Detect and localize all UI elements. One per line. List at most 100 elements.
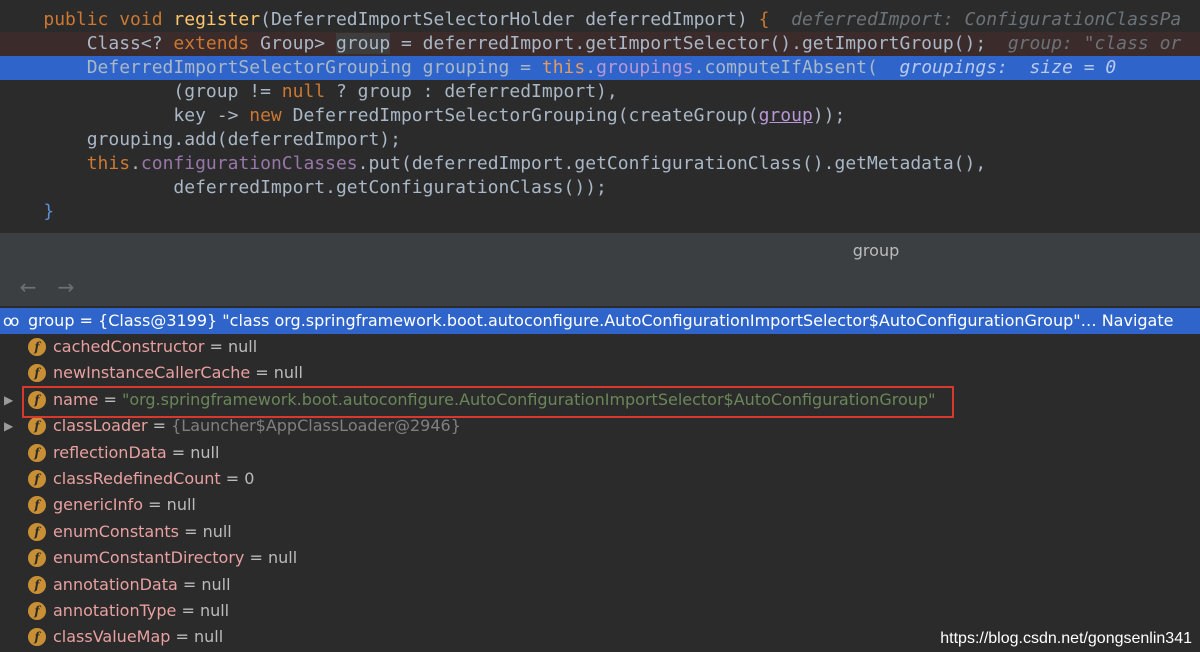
code-brace: {	[758, 9, 770, 30]
code-variable: group	[335, 33, 391, 54]
expand-arrow-icon[interactable]: ▶	[4, 387, 18, 413]
code-brace: }	[43, 201, 55, 222]
navigate-link[interactable]: Navigate	[1102, 311, 1174, 330]
field-value: {Launcher$AppClassLoader@2946}	[171, 416, 461, 436]
equals-sign: =	[170, 627, 194, 647]
field-value: null	[273, 363, 303, 383]
inline-debug-hint: deferredImport: ConfigurationClassPa	[769, 9, 1182, 30]
field-icon: f	[28, 417, 46, 436]
code-field: configurationClasses	[140, 153, 358, 174]
variable-value: = {Class@3199} "class org.springframewor…	[74, 311, 1097, 330]
code-keyword: this	[86, 153, 131, 174]
equals-sign: =	[176, 601, 200, 620]
code-line-4[interactable]: (group != null ? group : deferredImport)…	[0, 80, 1200, 104]
code-text: .	[130, 153, 141, 174]
watermark: https://blog.csdn.net/gongsenlin341	[940, 630, 1192, 647]
variable-field-row[interactable]: f annotationType = null	[0, 598, 1200, 624]
field-text: annotationType = null	[53, 598, 229, 624]
variable-field-row[interactable]: f enumConstants = null	[0, 519, 1200, 545]
code-keyword: public void	[43, 9, 174, 30]
code-editor[interactable]: public void register(DeferredImportSelec…	[0, 0, 1200, 232]
field-name: classRedefinedCount	[53, 469, 221, 488]
field-text: reflectionData = null	[53, 440, 219, 466]
field-text: classValueMap = null	[53, 624, 223, 650]
inline-debug-hint: group: "class or	[986, 33, 1182, 54]
method-name: register	[173, 9, 261, 30]
equals-sign: =	[177, 574, 202, 594]
debug-panel-header: group	[0, 232, 1200, 269]
field-name: cachedConstructor	[53, 337, 205, 356]
code-text: grouping.add(deferredImport);	[86, 129, 401, 150]
watch-glasses-icon: oo	[3, 312, 19, 330]
code-line-3-current[interactable]: DeferredImportSelectorGrouping grouping …	[0, 56, 1200, 80]
panel-title: group	[852, 241, 900, 260]
field-text: newInstanceCallerCache = null	[53, 360, 303, 386]
field-icon: f	[28, 602, 46, 620]
field-text: enumConstants = null	[53, 519, 232, 545]
code-text: Group>	[249, 33, 336, 54]
variable-field-row[interactable]: f genericInfo = null	[0, 492, 1200, 518]
code-text: DeferredImportSelectorGrouping grouping …	[86, 57, 542, 78]
field-name: enumConstants	[53, 521, 179, 541]
variable-field-row[interactable]: f newInstanceCallerCache = null	[0, 360, 1200, 386]
field-text: cachedConstructor = null	[53, 334, 257, 360]
code-keyword: this	[541, 57, 586, 78]
variable-field-row[interactable]: f enumConstantDirectory = null	[0, 545, 1200, 571]
equals-sign: =	[166, 442, 191, 462]
field-name: classLoader	[53, 416, 148, 436]
code-line-7[interactable]: this.configurationClasses.put(deferredIm…	[0, 152, 1200, 176]
variables-tree[interactable]: oo group = {Class@3199} "class org.sprin…	[0, 306, 1200, 652]
field-name: newInstanceCallerCache	[53, 363, 251, 383]
field-icon: f	[28, 364, 46, 383]
expand-arrow-icon[interactable]: ▶	[4, 413, 18, 439]
field-text: genericInfo = null	[53, 492, 196, 518]
field-value: null	[267, 548, 298, 568]
back-arrow-icon[interactable]: ←	[16, 276, 40, 298]
code-line-8[interactable]: deferredImport.getConfigurationClass());	[0, 176, 1200, 200]
variable-field-row[interactable]: f reflectionData = null	[0, 440, 1200, 466]
code-line-6[interactable]: grouping.add(deferredImport);	[0, 128, 1200, 152]
equals-sign: =	[143, 495, 167, 515]
code-keyword: extends	[173, 33, 250, 54]
code-text: ));	[812, 105, 846, 126]
code-line-1[interactable]: public void register(DeferredImportSelec…	[0, 8, 1200, 32]
code-variable: group	[758, 105, 813, 126]
field-icon: f	[28, 470, 46, 488]
equals-sign: =	[204, 337, 228, 356]
code-line-2[interactable]: Class<? extends Group> group = deferredI…	[0, 32, 1200, 56]
field-value: null	[227, 337, 258, 356]
variable-field-row[interactable]: f classRedefinedCount = 0	[0, 466, 1200, 492]
variable-field-row[interactable]: f annotationData = null	[0, 572, 1200, 598]
code-text: (group !=	[173, 81, 282, 102]
field-value: null	[194, 627, 224, 647]
code-keyword: new	[249, 105, 282, 126]
field-icon: f	[28, 549, 46, 568]
code-text: (DeferredImportSelectorHolder deferredIm…	[260, 9, 759, 30]
variable-root-row[interactable]: oo group = {Class@3199} "class org.sprin…	[0, 308, 1200, 334]
variable-field-row[interactable]: f cachedConstructor = null	[0, 334, 1200, 360]
code-text: DeferredImportSelectorGrouping(createGro…	[281, 105, 759, 126]
code-text: key ->	[173, 105, 250, 126]
code-line-9[interactable]: }	[0, 200, 1200, 224]
field-icon: f	[28, 496, 46, 515]
code-text: Class<?	[86, 33, 174, 54]
code-keyword: null	[281, 81, 326, 102]
field-value: null	[202, 521, 232, 541]
debug-toolbar: ← →	[0, 268, 1200, 306]
highlight-annotation-box	[22, 386, 954, 418]
field-value: null	[201, 574, 231, 594]
field-icon: f	[28, 443, 46, 462]
variable-value-text: group = {Class@3199} "class org.springfr…	[28, 308, 1173, 334]
code-text: deferredImport.getConfigurationClass());	[173, 177, 607, 198]
field-value: null	[199, 601, 230, 620]
inline-debug-hint: groupings: size = 0	[877, 57, 1117, 78]
field-icon: f	[28, 575, 46, 594]
field-name: enumConstantDirectory	[53, 548, 245, 568]
code-line-5[interactable]: key -> new DeferredImportSelectorGroupin…	[0, 104, 1200, 128]
code-text: ? group : deferredImport),	[325, 81, 618, 102]
field-name: annotationData	[53, 574, 178, 594]
field-text: annotationData = null	[53, 572, 231, 598]
field-value: null	[166, 495, 196, 515]
field-text: classRedefinedCount = 0	[53, 466, 254, 492]
forward-arrow-icon[interactable]: →	[54, 276, 78, 298]
